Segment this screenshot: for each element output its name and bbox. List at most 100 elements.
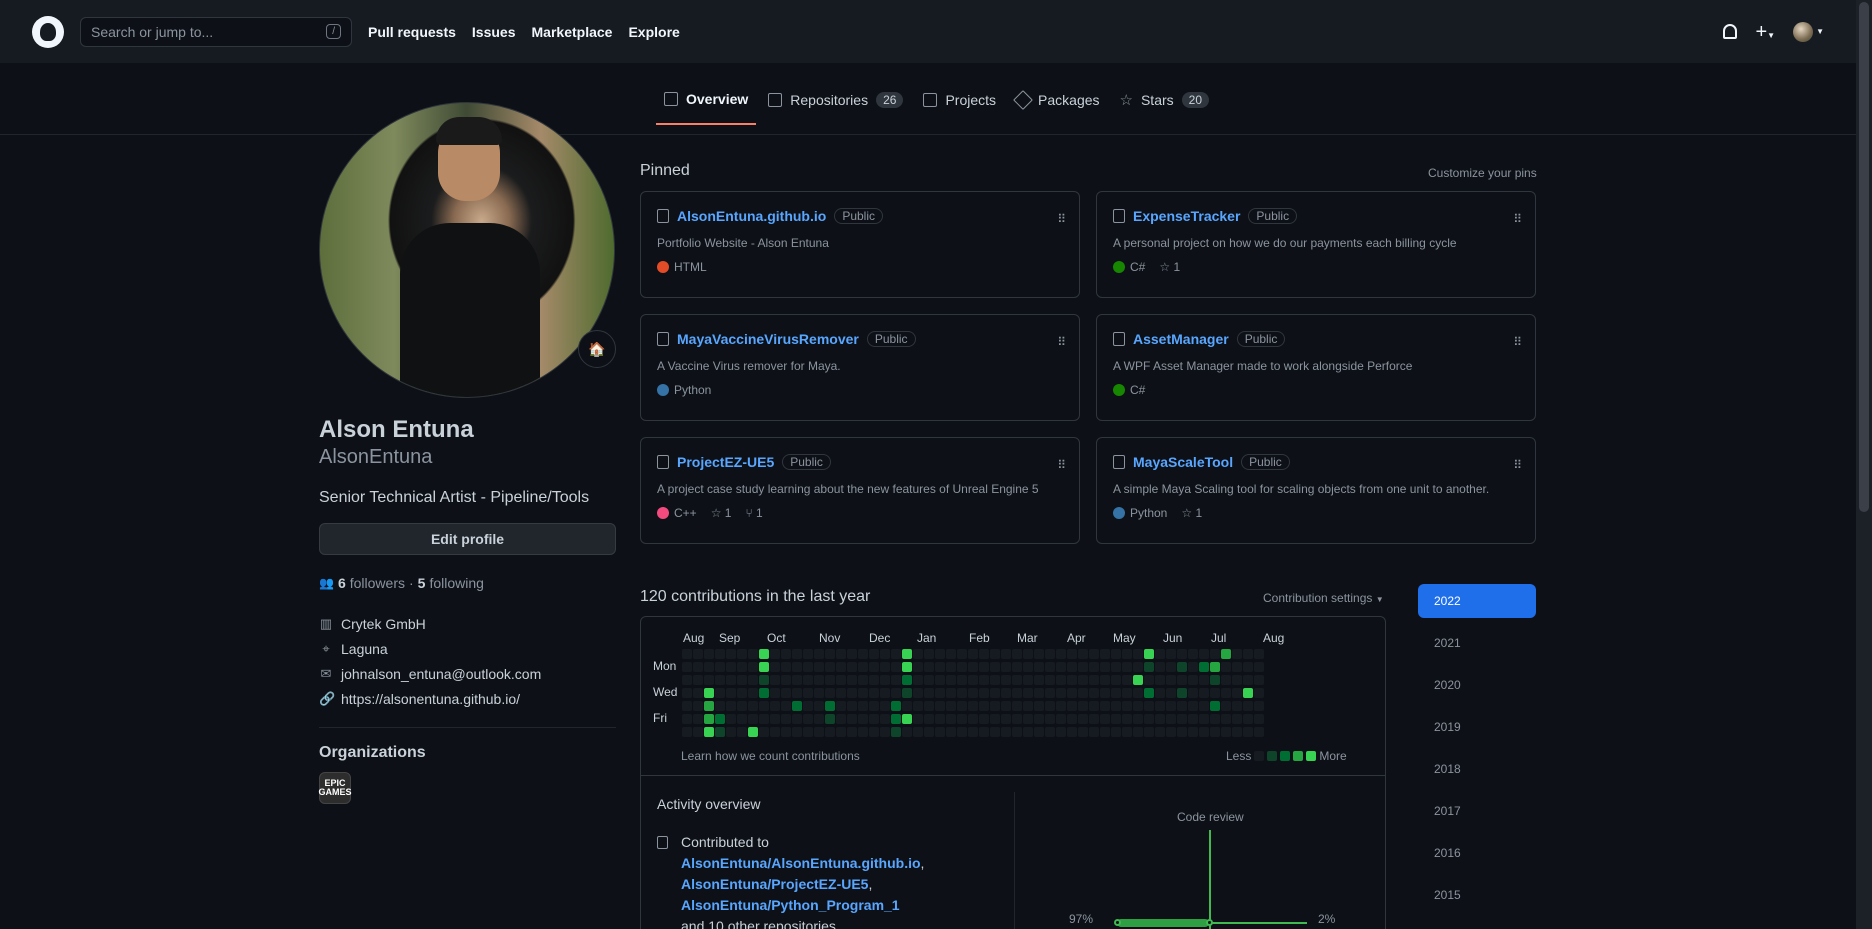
contribution-day[interactable] — [836, 662, 846, 672]
contribution-day[interactable] — [1243, 675, 1253, 685]
contribution-day[interactable] — [968, 662, 978, 672]
contribution-day[interactable] — [869, 701, 879, 711]
contribution-day[interactable] — [726, 649, 736, 659]
contribution-day[interactable] — [759, 662, 769, 672]
contribution-day[interactable] — [880, 688, 890, 698]
repo-forks[interactable]: ⑂ 1 — [745, 506, 762, 520]
contribution-day[interactable] — [1254, 714, 1264, 724]
contribution-day[interactable] — [1254, 675, 1264, 685]
contribution-day[interactable] — [1188, 688, 1198, 698]
other-repos-text[interactable]: and 10 other repositories — [681, 918, 836, 929]
contribution-day[interactable] — [1188, 662, 1198, 672]
contribution-day[interactable] — [682, 675, 692, 685]
contribution-day[interactable] — [979, 675, 989, 685]
contribution-day[interactable] — [957, 714, 967, 724]
status-emoji-icon[interactable]: 🏠 — [578, 330, 616, 368]
contribution-day[interactable] — [715, 662, 725, 672]
contribution-day[interactable] — [1056, 649, 1066, 659]
repo-stars[interactable]: ☆ 1 — [1159, 260, 1180, 274]
contribution-day[interactable] — [770, 688, 780, 698]
pinned-repo-card[interactable]: MayaVaccineVirusRemover Public ⠿ A Vaccin… — [640, 314, 1080, 421]
contribution-day[interactable] — [1023, 675, 1033, 685]
contribution-day[interactable] — [1155, 688, 1165, 698]
contribution-day[interactable] — [693, 727, 703, 737]
contribution-day[interactable] — [913, 688, 923, 698]
contribution-day[interactable] — [836, 688, 846, 698]
contribution-day[interactable] — [1111, 675, 1121, 685]
contribution-day[interactable] — [726, 701, 736, 711]
contribution-day[interactable] — [682, 688, 692, 698]
contribution-day[interactable] — [715, 701, 725, 711]
contribution-day[interactable] — [836, 701, 846, 711]
contribution-day[interactable] — [825, 688, 835, 698]
contribution-day[interactable] — [770, 675, 780, 685]
contribution-day[interactable] — [1122, 649, 1132, 659]
contribution-day[interactable] — [1001, 714, 1011, 724]
contribution-day[interactable] — [1166, 727, 1176, 737]
website-link[interactable]: https://alsonentuna.github.io/ — [341, 691, 520, 707]
contribution-day[interactable] — [737, 675, 747, 685]
contribution-day[interactable] — [704, 688, 714, 698]
contribution-day[interactable] — [924, 701, 934, 711]
contribution-day[interactable] — [748, 662, 758, 672]
contribution-day[interactable] — [1232, 701, 1242, 711]
contribution-day[interactable] — [792, 714, 802, 724]
contribution-day[interactable] — [1078, 714, 1088, 724]
contribution-day[interactable] — [1045, 662, 1055, 672]
contribution-day[interactable] — [1243, 727, 1253, 737]
contribution-day[interactable] — [1001, 701, 1011, 711]
contribution-day[interactable] — [1232, 649, 1242, 659]
contribution-day[interactable] — [1133, 675, 1143, 685]
contribution-day[interactable] — [858, 662, 868, 672]
contribution-day[interactable] — [1111, 662, 1121, 672]
user-menu-button[interactable]: ▼ — [1793, 21, 1824, 42]
contribution-day[interactable] — [770, 714, 780, 724]
contribution-day[interactable] — [1089, 701, 1099, 711]
contribution-day[interactable] — [869, 675, 879, 685]
contribution-day[interactable] — [1012, 727, 1022, 737]
contribution-day[interactable] — [726, 727, 736, 737]
contribution-day[interactable] — [726, 688, 736, 698]
contribution-day[interactable] — [1155, 727, 1165, 737]
contribution-day[interactable] — [781, 714, 791, 724]
contribution-day[interactable] — [1122, 662, 1132, 672]
tab-stars[interactable]: ☆ Stars 20 — [1112, 91, 1218, 125]
contribution-day[interactable] — [1199, 727, 1209, 737]
contribution-day[interactable] — [1188, 649, 1198, 659]
repo-name-link[interactable]: MayaScaleTool — [1133, 454, 1233, 470]
contribution-day[interactable] — [1023, 662, 1033, 672]
contribution-day[interactable] — [924, 662, 934, 672]
contribution-day[interactable] — [1100, 688, 1110, 698]
contribution-day[interactable] — [682, 662, 692, 672]
profile-avatar[interactable] — [319, 102, 615, 398]
pinned-repo-card[interactable]: AlsonEntuna.github.io Public ⠿ Portfolio … — [640, 191, 1080, 298]
contribution-day[interactable] — [1100, 701, 1110, 711]
following-count[interactable]: 5 — [418, 575, 426, 591]
contribution-day[interactable] — [748, 701, 758, 711]
contribution-day[interactable] — [1144, 688, 1154, 698]
contribution-day[interactable] — [814, 701, 824, 711]
contribution-day[interactable] — [748, 688, 758, 698]
contribution-day[interactable] — [902, 649, 912, 659]
contribution-day[interactable] — [1155, 675, 1165, 685]
contribution-day[interactable] — [990, 701, 1000, 711]
contribution-day[interactable] — [1210, 701, 1220, 711]
contribution-day[interactable] — [1199, 688, 1209, 698]
contribution-day[interactable] — [968, 649, 978, 659]
contribution-day[interactable] — [1056, 662, 1066, 672]
contribution-day[interactable] — [891, 649, 901, 659]
contribution-day[interactable] — [913, 714, 923, 724]
contribution-day[interactable] — [1012, 649, 1022, 659]
contribution-day[interactable] — [682, 649, 692, 659]
contribution-day[interactable] — [1100, 649, 1110, 659]
contribution-day[interactable] — [1067, 727, 1077, 737]
contribution-day[interactable] — [935, 688, 945, 698]
contribution-day[interactable] — [1166, 714, 1176, 724]
contribution-day[interactable] — [847, 649, 857, 659]
contribution-day[interactable] — [825, 727, 835, 737]
contribution-day[interactable] — [880, 675, 890, 685]
contribution-day[interactable] — [902, 662, 912, 672]
contribution-day[interactable] — [990, 675, 1000, 685]
contribution-day[interactable] — [847, 701, 857, 711]
contribution-day[interactable] — [1232, 688, 1242, 698]
